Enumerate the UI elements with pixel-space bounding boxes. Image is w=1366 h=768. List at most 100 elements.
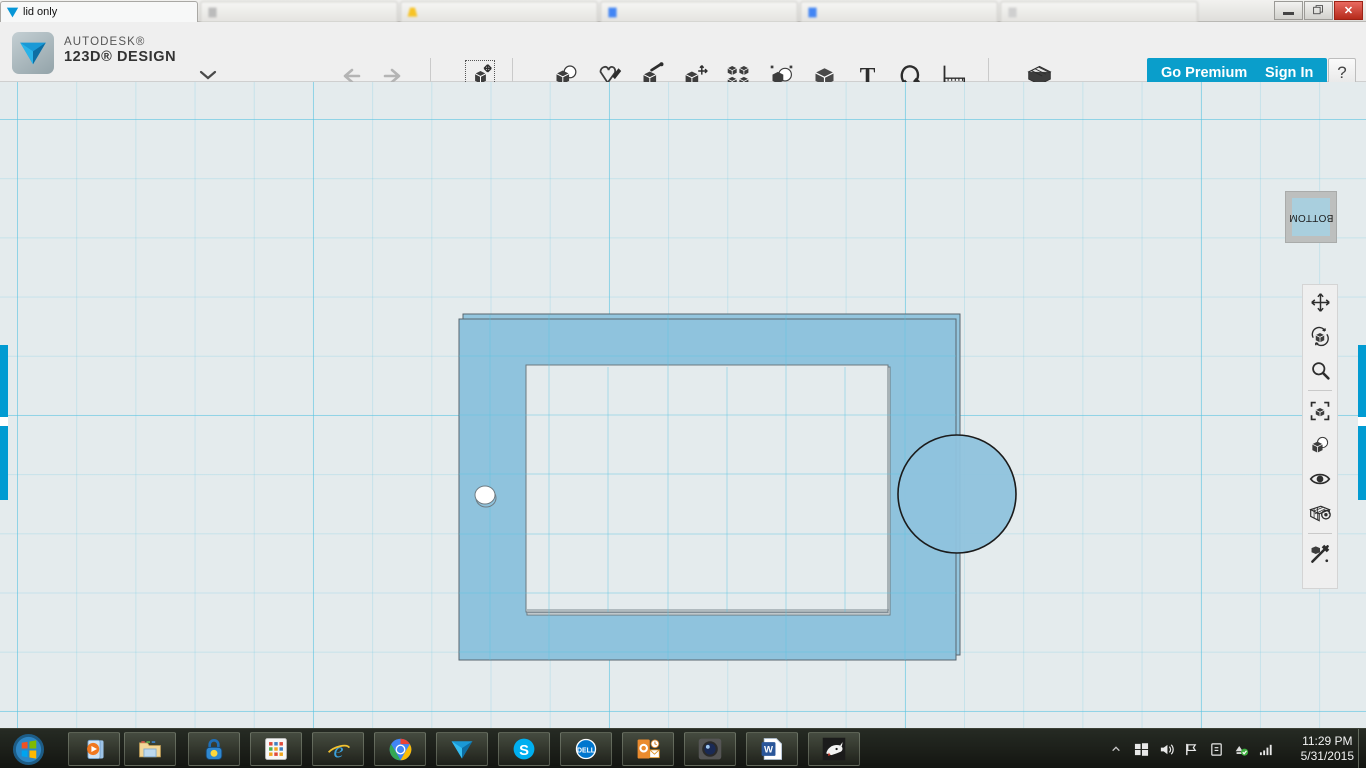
browser-tab[interactable] <box>800 1 998 22</box>
navigation-divider <box>1308 533 1332 534</box>
viewport-edge-bar-right[interactable] <box>1358 345 1366 500</box>
taskbar-item-microsoft-word[interactable]: W <box>746 732 798 766</box>
navigation-toolbar <box>1302 284 1338 589</box>
svg-text:DELL: DELL <box>577 747 596 754</box>
browser-tab-active[interactable]: lid only <box>0 1 198 22</box>
sign-in-label: Sign In <box>1265 65 1313 81</box>
fit-to-view-button[interactable] <box>1303 394 1337 428</box>
brand-title: AUTODESK® 123D® DESIGN <box>64 36 176 66</box>
system-tray <box>1108 729 1274 768</box>
usb-eject-icon <box>1233 742 1249 757</box>
signal-button[interactable] <box>1258 741 1274 757</box>
view-cube-face-label: BOTTOM <box>1289 212 1333 223</box>
taskbar-item-skype[interactable]: S <box>498 732 550 766</box>
brand-line-product: 123D® DESIGN <box>64 49 176 66</box>
network-flag-icon <box>1184 742 1199 757</box>
fit-to-view-icon <box>1309 400 1331 422</box>
taskbar-clock[interactable]: 11:29 PM 5/31/2015 <box>1301 734 1354 764</box>
eye-icon <box>1309 468 1331 490</box>
help-label: ? <box>1337 63 1346 83</box>
svg-text:e: e <box>333 737 343 762</box>
close-button[interactable]: ✕ <box>1334 1 1363 20</box>
close-icon: ✕ <box>1344 4 1353 17</box>
restore-button[interactable] <box>1304 1 1333 20</box>
viewport-canvas[interactable]: BOTTOM <box>0 82 1366 728</box>
model-3d-lid[interactable] <box>0 82 1366 728</box>
start-button[interactable] <box>4 731 52 767</box>
taskbar-item-camera[interactable] <box>684 732 736 766</box>
app-header: AUTODESK® 123D® DESIGN <box>0 22 1366 82</box>
dell-icon: DELL <box>573 736 599 762</box>
app-menu-button[interactable] <box>198 68 218 80</box>
signal-bars-icon <box>1259 742 1274 757</box>
zoom-magnifier-icon <box>1310 360 1331 381</box>
viewport-edge-handle[interactable] <box>1358 417 1366 426</box>
doc-icon <box>806 6 819 19</box>
clock-time: 11:29 PM <box>1301 734 1354 749</box>
viewport-edge-bar-left[interactable] <box>0 345 8 500</box>
svg-text:S: S <box>519 743 529 759</box>
autodesk-123d-icon <box>6 6 19 19</box>
minimize-icon <box>1283 12 1294 15</box>
restore-icon <box>1312 4 1325 17</box>
taskbar-item-security[interactable] <box>188 732 240 766</box>
browser-tab-label: lid only <box>23 6 57 18</box>
action-center-button[interactable] <box>1208 741 1224 757</box>
browser-tab[interactable] <box>400 1 598 22</box>
taskbar-item-autodesk-123d-design[interactable] <box>436 732 488 766</box>
camera-lens-icon <box>697 736 723 762</box>
taskbar-item-dell-support[interactable]: DELL <box>560 732 612 766</box>
clock-date: 5/31/2015 <box>1301 749 1354 764</box>
chevron-up-icon <box>1111 744 1121 754</box>
taskbar-item-apps-grid[interactable] <box>250 732 302 766</box>
windows-taskbar: e S DELL <box>0 728 1366 768</box>
taskbar-item-google-chrome[interactable] <box>374 732 426 766</box>
pan-tool-button[interactable] <box>1303 285 1337 319</box>
taskbar-item-media-player[interactable] <box>68 732 120 766</box>
orbit-cube-icon <box>1309 325 1331 347</box>
visibility-button[interactable] <box>1303 462 1337 496</box>
smart-scale-button[interactable] <box>1303 537 1337 571</box>
volume-button[interactable] <box>1158 741 1174 757</box>
brand-line-autodesk: AUTODESK® <box>64 36 176 49</box>
grid-snap-button[interactable] <box>1303 496 1337 530</box>
orbit-tool-button[interactable] <box>1303 319 1337 353</box>
navigation-divider <box>1308 390 1332 391</box>
windows-flag-tray-button[interactable] <box>1133 741 1149 757</box>
apps-grid-icon <box>263 736 289 762</box>
zoom-tool-button[interactable] <box>1303 353 1337 387</box>
browser-title-bar: lid only ✕ <box>0 0 1366 22</box>
taskbar-item-internet-explorer[interactable]: e <box>312 732 364 766</box>
blue-lock-icon <box>201 736 227 762</box>
viewport-edge-handle[interactable] <box>0 417 8 426</box>
view-cube-face[interactable]: BOTTOM <box>1292 198 1330 236</box>
chevron-down-icon <box>198 69 218 81</box>
network-button[interactable] <box>1183 741 1199 757</box>
taskbar-item-rhinoceros-3d[interactable] <box>808 732 860 766</box>
grid-snap-icon <box>1309 502 1331 524</box>
view-cube[interactable]: BOTTOM <box>1285 191 1337 243</box>
show-desktop-button[interactable] <box>1358 729 1366 768</box>
flag-action-icon <box>1209 742 1224 757</box>
rhino-icon <box>821 736 847 762</box>
browser-tab[interactable] <box>1000 1 1198 22</box>
skype-icon: S <box>511 736 537 762</box>
speaker-icon <box>1159 742 1174 757</box>
windows-flag-icon <box>1134 742 1149 757</box>
taskbar-item-outlook[interactable] <box>622 732 674 766</box>
shading-button[interactable] <box>1303 428 1337 462</box>
word-icon: W <box>759 736 785 762</box>
minimize-button[interactable] <box>1274 1 1303 20</box>
generic-page-icon <box>1006 6 1019 19</box>
pan-arrows-icon <box>1310 292 1331 313</box>
browser-tab[interactable] <box>200 1 398 22</box>
show-hidden-icons-button[interactable] <box>1108 741 1124 757</box>
taskbar-item-file-explorer[interactable] <box>124 732 176 766</box>
window-controls: ✕ <box>1273 1 1363 20</box>
outlook-icon <box>635 736 661 762</box>
browser-tab[interactable] <box>600 1 798 22</box>
safely-remove-button[interactable] <box>1233 741 1249 757</box>
media-player-icon <box>81 736 107 762</box>
autodesk-123d-icon <box>17 37 49 69</box>
chrome-icon <box>387 736 414 763</box>
